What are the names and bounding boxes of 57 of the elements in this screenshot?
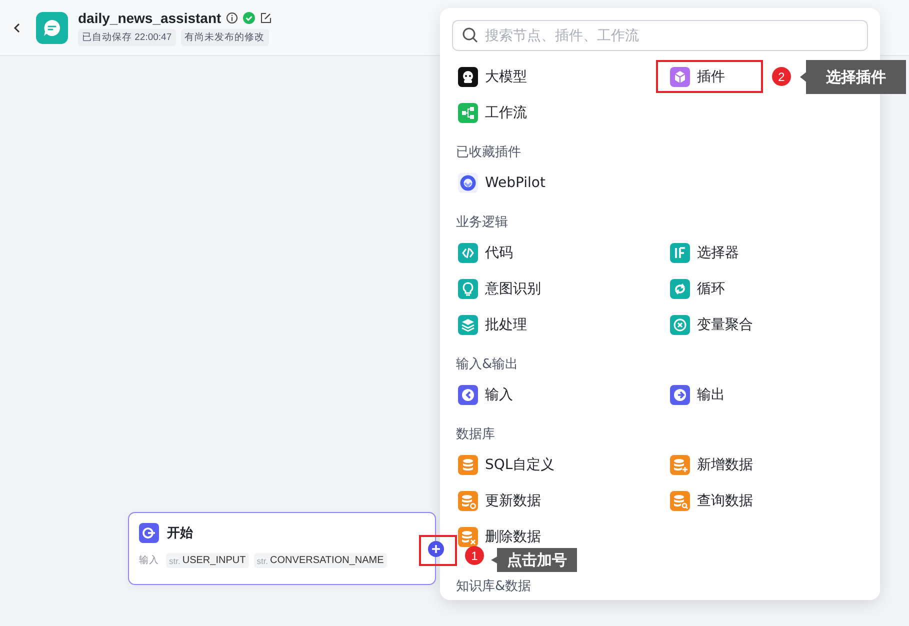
menu-item[interactable]: 新增数据 — [670, 453, 753, 477]
menu-item[interactable]: 选择器 — [670, 241, 739, 265]
chat-bubble-logo-icon — [36, 12, 68, 44]
database-add-icon — [670, 455, 690, 475]
section-title: 已收藏插件 — [456, 144, 521, 162]
database-gear-icon — [458, 491, 478, 511]
section-title: 数据库 — [456, 426, 495, 444]
menu-item[interactable]: 循环 — [670, 277, 725, 301]
cube-icon — [670, 67, 690, 87]
menu-item[interactable]: 输出 — [670, 383, 725, 407]
highlight-frame — [419, 535, 457, 566]
menu-item[interactable]: 变量聚合 — [670, 313, 753, 337]
menu-item[interactable]: 代码 — [458, 241, 513, 265]
nodes-icon — [458, 103, 478, 123]
section-title: 输入&输出 — [456, 356, 518, 374]
arrow-right-icon — [670, 385, 690, 405]
status-tag: 已自动保存 22:00:47 — [78, 28, 176, 46]
inputs-label: 输入 — [139, 554, 159, 567]
callout-label: 选择插件 — [800, 60, 906, 94]
layers-icon — [458, 315, 478, 335]
robot-icon — [458, 67, 478, 87]
edit-icon[interactable] — [260, 12, 272, 24]
menu-item[interactable]: 工作流 — [458, 101, 527, 125]
menu-item[interactable]: 查询数据 — [670, 489, 753, 513]
input-param-tag: str. CONVERSATION_NAME — [254, 553, 387, 568]
info-icon[interactable] — [226, 12, 238, 24]
variable-icon — [670, 315, 690, 335]
menu-item[interactable]: 删除数据 — [458, 525, 541, 549]
database-icon — [458, 455, 478, 475]
menu-item[interactable]: 更新数据 — [458, 489, 541, 513]
section-title: 业务逻辑 — [456, 214, 508, 232]
search-field[interactable]: 搜索节点、插件、工作流 — [452, 20, 868, 51]
callout-label: 点击加号 — [491, 548, 577, 572]
search-icon — [462, 27, 478, 43]
lightbulb-icon — [458, 279, 478, 299]
input-param-tag: str. USER_INPUT — [166, 553, 249, 568]
start-icon — [139, 523, 159, 543]
step-badge: 2 — [772, 67, 791, 86]
menu-item[interactable]: WebPilot — [458, 171, 546, 195]
menu-item[interactable]: 意图识别 — [458, 277, 541, 301]
code-icon — [458, 243, 478, 263]
add-port-icon[interactable] — [428, 541, 444, 557]
menu-item[interactable]: SQL自定义 — [458, 453, 555, 477]
section-title: 知识库&数据 — [456, 578, 532, 596]
database-remove-icon — [458, 527, 478, 547]
menu-item[interactable]: 输入 — [458, 383, 513, 407]
node-title: 开始 — [167, 525, 193, 542]
menu-item[interactable]: 插件 — [670, 65, 725, 89]
arrow-left-icon — [458, 385, 478, 405]
workflow-title: daily_news_assistant — [78, 10, 222, 26]
menu-item[interactable]: 大模型 — [458, 65, 527, 89]
menu-item[interactable]: 批处理 — [458, 313, 527, 337]
branch-icon — [670, 243, 690, 263]
status-tag: 有尚未发布的修改 — [180, 28, 269, 46]
database-search-icon — [670, 491, 690, 511]
loop-icon — [670, 279, 690, 299]
ring-logo-icon — [458, 173, 478, 193]
